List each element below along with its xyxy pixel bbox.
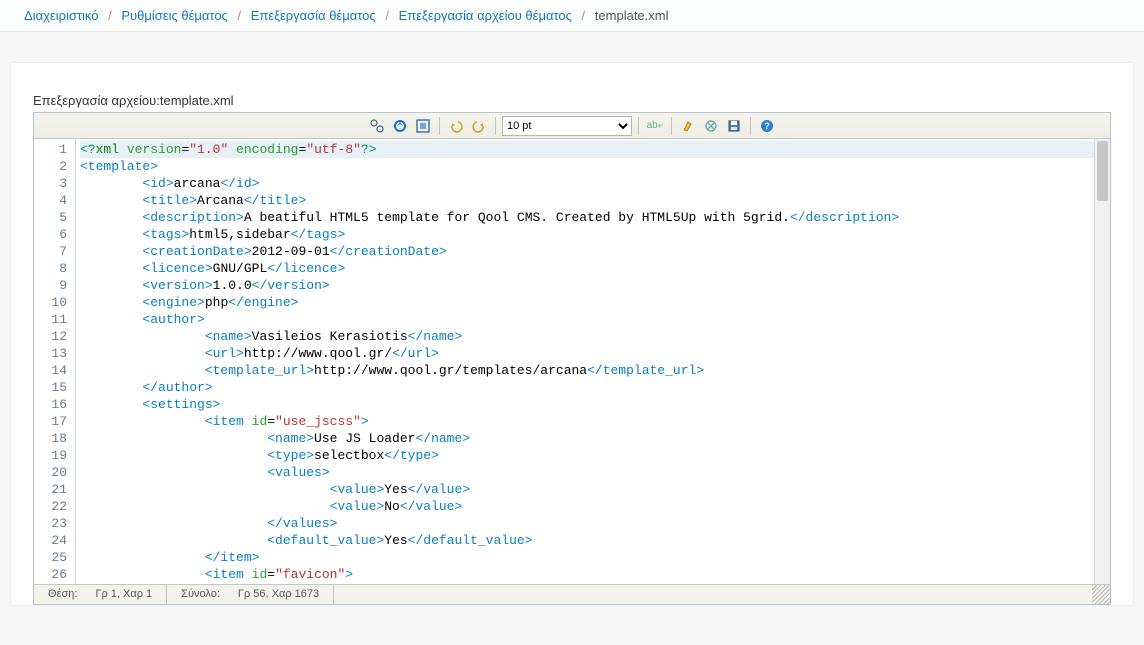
save-icon[interactable]	[724, 116, 744, 136]
status-total-label: Σύνολο:	[181, 588, 220, 601]
editor-toolbar: 10 pt ab⤶ ?	[34, 113, 1110, 139]
font-size-select[interactable]: 10 pt	[502, 116, 632, 136]
redo-icon[interactable]	[469, 116, 489, 136]
highlight-icon[interactable]	[678, 116, 698, 136]
vertical-scrollbar[interactable]	[1094, 139, 1110, 584]
line-number-gutter: 1234567891011121314151617181920212223242…	[34, 139, 76, 584]
editor-title: Επεξεργασία αρχείου:template.xml	[33, 93, 1111, 108]
editor-box: 10 pt ab⤶ ? 1234567891011121314151617181…	[33, 112, 1111, 605]
toolbar-separator	[750, 117, 751, 135]
status-pos-label: Θέση:	[48, 588, 77, 601]
breadcrumb-sep: /	[582, 8, 586, 23]
status-pos-value: Γρ 1, Χαρ 1	[95, 588, 152, 601]
breadcrumb-link[interactable]: Επεξεργασία θέματος	[251, 8, 376, 23]
breadcrumb-link[interactable]: Ρυθμίσεις θέματος	[121, 8, 227, 23]
breadcrumb-sep: /	[385, 8, 389, 23]
breadcrumb-sep: /	[108, 8, 112, 23]
code-content[interactable]: <?xml version="1.0" encoding="utf-8"?><t…	[76, 139, 1110, 584]
undo-icon[interactable]	[446, 116, 466, 136]
main-panel: Επεξεργασία αρχείου:template.xml 10 pt	[10, 62, 1134, 606]
resize-handle-icon[interactable]	[1092, 585, 1110, 604]
toolbar-separator	[671, 117, 672, 135]
breadcrumb: Διαχειριστικό / Ρυθμίσεις θέματος / Επεξ…	[0, 0, 1144, 32]
goto-line-icon[interactable]	[390, 116, 410, 136]
help-icon[interactable]: ?	[757, 116, 777, 136]
reset-highlight-icon[interactable]	[701, 116, 721, 136]
toolbar-separator	[495, 117, 496, 135]
editor-statusbar: Θέση: Γρ 1, Χαρ 1 Σύνολο: Γρ 56, Χαρ 167…	[34, 584, 1110, 604]
breadcrumb-current: template.xml	[595, 8, 669, 23]
status-position: Θέση: Γρ 1, Χαρ 1	[34, 585, 167, 604]
word-wrap-icon[interactable]: ab⤶	[645, 116, 665, 136]
toolbar-separator	[638, 117, 639, 135]
code-editor[interactable]: 1234567891011121314151617181920212223242…	[34, 139, 1110, 584]
svg-text:?: ?	[764, 121, 770, 131]
breadcrumb-sep: /	[237, 8, 241, 23]
status-total: Σύνολο: Γρ 56, Χαρ 1673	[167, 585, 334, 604]
breadcrumb-link[interactable]: Επεξεργασία αρχείου θέματος	[399, 8, 572, 23]
fullscreen-icon[interactable]	[413, 116, 433, 136]
breadcrumb-link[interactable]: Διαχειριστικό	[24, 8, 99, 23]
status-total-value: Γρ 56, Χαρ 1673	[238, 588, 319, 601]
toolbar-separator	[439, 117, 440, 135]
search-icon[interactable]	[367, 116, 387, 136]
